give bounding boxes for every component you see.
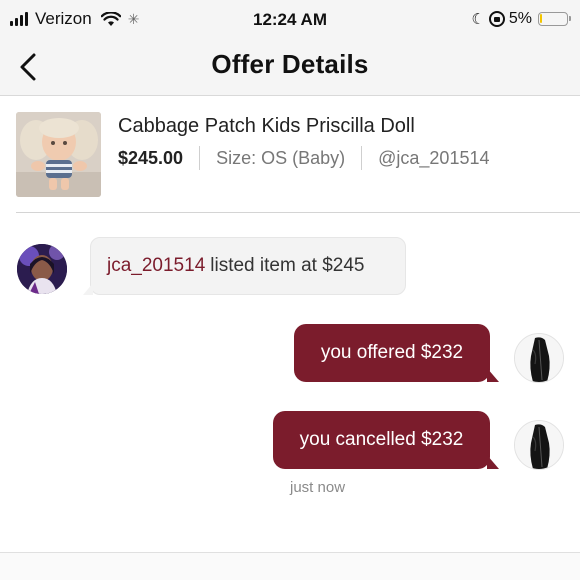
- item-price: $245.00: [118, 147, 184, 168]
- status-bar: Verizon ✳ 12:24 AM ☾ 5%: [0, 0, 580, 40]
- outgoing-message: you cancelled $232: [273, 411, 499, 469]
- seller-avatar[interactable]: [17, 244, 67, 294]
- item-header[interactable]: Cabbage Patch Kids Priscilla Doll $245.0…: [16, 112, 564, 198]
- divider: [16, 212, 580, 213]
- battery-percent: 5%: [508, 10, 532, 27]
- message-text: you offered $232: [320, 342, 464, 363]
- item-meta: $245.00 Size: OS (Baby) @jca_201514: [118, 146, 489, 170]
- user-avatar[interactable]: [514, 333, 564, 383]
- system-message: jca_201514 listed item at $245: [83, 237, 406, 295]
- avatar-image: [17, 244, 67, 294]
- item-thumbnail[interactable]: [16, 112, 101, 197]
- moon-icon: ☾: [471, 11, 485, 28]
- message-timestamp: just now: [290, 479, 346, 496]
- item-title[interactable]: Cabbage Patch Kids Priscilla Doll: [118, 115, 415, 138]
- message-text: listed item at $245: [210, 255, 365, 276]
- item-size: Size: OS (Baby): [216, 147, 346, 168]
- doll-image: [16, 112, 101, 197]
- bottom-area: [0, 553, 580, 580]
- battery-icon: [538, 12, 571, 26]
- message-text: you cancelled $232: [299, 429, 464, 450]
- avatar-image: [515, 334, 563, 382]
- user-avatar[interactable]: [514, 420, 564, 470]
- status-right: ☾ 5%: [471, 10, 571, 28]
- seller-handle[interactable]: @jca_201514: [378, 148, 489, 169]
- meta-divider: [199, 146, 201, 170]
- page-title: Offer Details: [211, 49, 369, 79]
- battery-fill: [540, 14, 542, 23]
- outgoing-message: you offered $232: [294, 324, 499, 382]
- rotation-lock-icon: [488, 11, 505, 27]
- message-handle[interactable]: jca_201514: [107, 255, 205, 277]
- meta-divider: [361, 146, 363, 170]
- avatar-image: [515, 421, 563, 469]
- nav-bar: Offer Details: [0, 40, 580, 96]
